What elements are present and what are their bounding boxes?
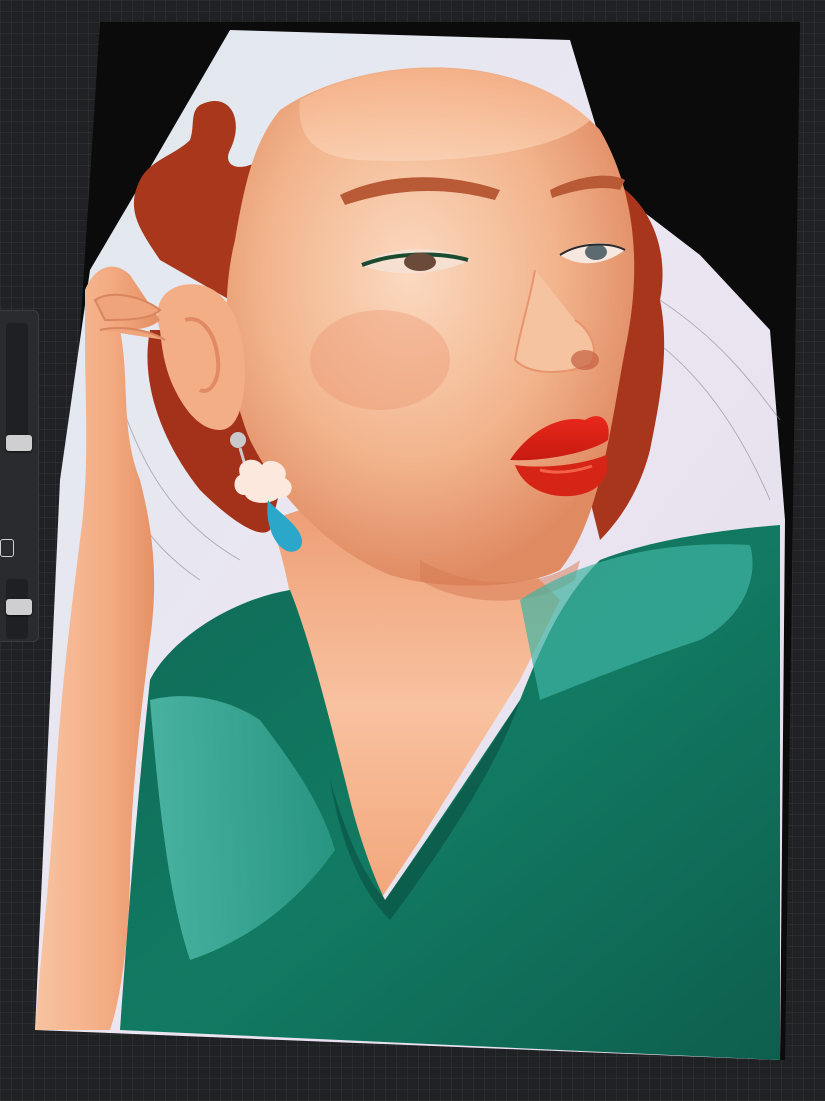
opacity-slider[interactable] bbox=[6, 579, 32, 639]
brush-size-slider[interactable] bbox=[6, 323, 32, 451]
tablet-screen bbox=[0, 0, 825, 1101]
side-toolbar bbox=[0, 310, 39, 642]
drawing-canvas[interactable] bbox=[0, 0, 825, 1101]
opacity-thumb[interactable] bbox=[6, 599, 32, 615]
cheek-blush bbox=[310, 310, 450, 410]
modify-button[interactable] bbox=[0, 539, 14, 557]
brush-size-thumb[interactable] bbox=[6, 435, 32, 451]
nostril bbox=[571, 350, 599, 370]
